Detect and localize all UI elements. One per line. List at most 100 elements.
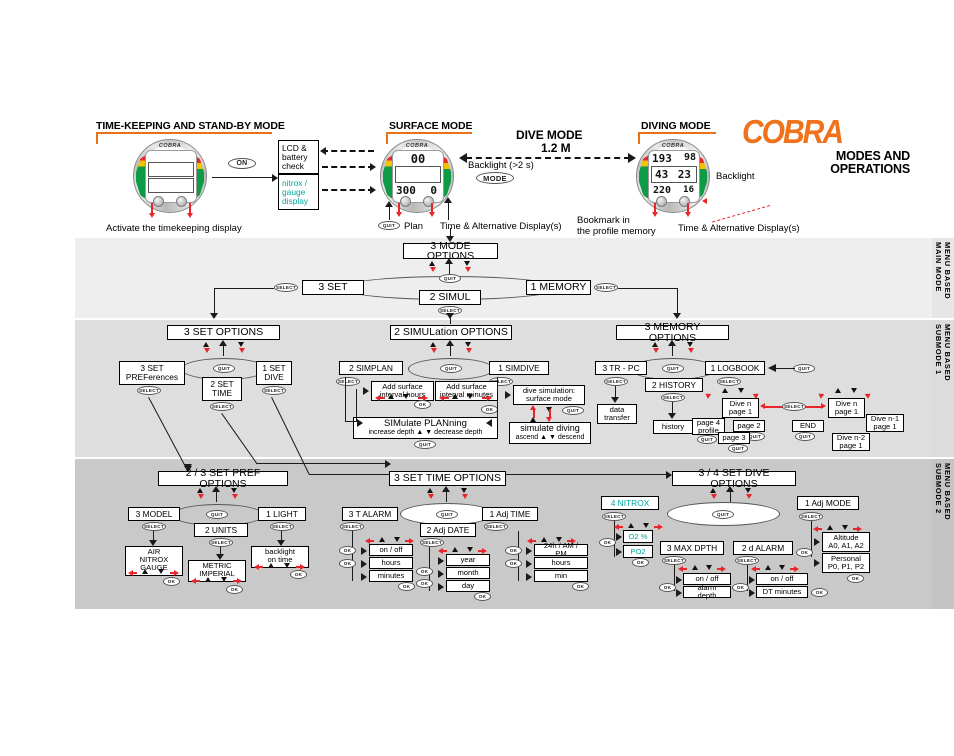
arrow-alarm-minutes: [361, 573, 367, 581]
select-set-dive[interactable]: SELECT: [262, 386, 286, 395]
select-t-alarm[interactable]: SELECT: [340, 522, 364, 531]
quit-time-options[interactable]: QUIT: [436, 510, 458, 519]
tri-nitrox-up: [628, 523, 634, 528]
arrow-dive-mode-left: [459, 153, 467, 163]
select-adj-mode[interactable]: SELECT: [799, 512, 823, 521]
line-model-left: [132, 572, 137, 574]
ok-dalarm-2[interactable]: OK: [811, 588, 828, 597]
quit-page4[interactable]: QUIT: [697, 435, 717, 444]
time-options-box: 3 SET TIME OPTIONS: [389, 471, 506, 486]
arrow-alarm-depth: [676, 589, 682, 597]
band-label-sub1-text: MENU BASED SUBMODE 1: [934, 324, 952, 382]
tri-diveB-up: [835, 388, 841, 393]
quit-end[interactable]: QUIT: [795, 432, 815, 441]
dive-sim-surface-box: dive simulation: surface mode: [513, 385, 585, 405]
select-dive-page[interactable]: SELECT: [782, 402, 806, 411]
watch-button-left[interactable]: [153, 196, 164, 207]
ok-time-2[interactable]: OK: [505, 559, 522, 568]
o2-box: O2 %: [623, 530, 653, 543]
mode-button[interactable]: MODE: [476, 172, 514, 184]
watch-button-left-2[interactable]: [400, 196, 411, 207]
band-label-sub1: MENU BASED SUBMODE 1: [932, 320, 954, 457]
arrow-red-set-right: [239, 348, 245, 353]
select-d-alarm[interactable]: SELECT: [735, 556, 759, 565]
watch-button-left-3[interactable]: [656, 196, 667, 207]
ok-dalarm-1[interactable]: OK: [732, 583, 749, 592]
band-label-main-text: MENU BASED MAIN MODE: [934, 242, 952, 300]
select-light[interactable]: SELECT: [270, 522, 294, 531]
ok-time-3[interactable]: OK: [572, 582, 589, 591]
on-button[interactable]: ON: [228, 158, 256, 169]
quit-sim-options[interactable]: QUIT: [440, 364, 462, 373]
ok-nitrox-2[interactable]: OK: [632, 558, 649, 567]
ok-minutes[interactable]: OK: [481, 405, 498, 414]
ok-date-3[interactable]: OK: [474, 592, 491, 601]
select-model[interactable]: SELECT: [142, 522, 166, 531]
ok-light[interactable]: OK: [290, 570, 307, 579]
watch-button-right[interactable]: [176, 196, 187, 207]
select-adj-date[interactable]: SELECT: [420, 538, 444, 547]
arrow-alarm-onoff: [361, 547, 367, 555]
plan-caption: Plan: [404, 221, 424, 232]
ok-adjmode-2[interactable]: OK: [847, 574, 864, 583]
arrow-dalarm-right: [794, 566, 799, 572]
end-box: END: [792, 420, 824, 432]
quit-logbook[interactable]: QUIT: [793, 364, 815, 373]
time-alt-caption-diving: Time & Alternative Display(s): [678, 223, 800, 234]
quit-pref-options[interactable]: QUIT: [206, 510, 228, 519]
dive-n-page1-a: Dive n page 1: [722, 398, 759, 418]
quit-page3[interactable]: QUIT: [728, 444, 748, 453]
quit-divesim[interactable]: QUIT: [562, 406, 584, 415]
select-tr-pc[interactable]: SELECT: [604, 377, 628, 386]
ok-units[interactable]: OK: [226, 585, 243, 594]
ok-maxdpth[interactable]: OK: [659, 583, 676, 592]
quit-main-mode[interactable]: QUIT: [439, 274, 461, 283]
page2-box: page 2: [733, 420, 765, 432]
select-nitrox[interactable]: SELECT: [602, 512, 626, 521]
ok-alarm-1[interactable]: OK: [339, 546, 356, 555]
select-units[interactable]: SELECT: [209, 538, 233, 547]
t-alarm-box: 3 T ALARM: [342, 507, 398, 521]
select-set-time[interactable]: SELECT: [210, 402, 234, 411]
band-label-main: MENU BASED MAIN MODE: [932, 238, 954, 318]
line-quit-logbook: [775, 368, 795, 370]
ok-model[interactable]: OK: [163, 577, 180, 586]
select-history[interactable]: SELECT: [661, 393, 685, 402]
arrow-red-mem-right: [688, 348, 694, 353]
select-simplan[interactable]: SELECT: [336, 377, 360, 386]
tri-down-mem-options: [687, 342, 693, 347]
quit-button-surface[interactable]: QUIT: [378, 221, 400, 230]
line-hours-left: [379, 397, 385, 399]
select-logbook[interactable]: SELECT: [717, 377, 741, 386]
ok-nitrox-1[interactable]: OK: [599, 538, 616, 547]
tri-min-up: [452, 394, 458, 399]
ok-time-1[interactable]: OK: [505, 546, 522, 555]
quit-simplanning[interactable]: QUIT: [414, 440, 436, 449]
quit-set-options[interactable]: QUIT: [213, 364, 235, 373]
arrow-d-onoff: [749, 576, 755, 584]
select-adj-time[interactable]: SELECT: [484, 522, 508, 531]
ok-date-2[interactable]: OK: [416, 579, 433, 588]
arrow-simul-down: [446, 313, 454, 319]
quit-mem-options[interactable]: QUIT: [662, 364, 684, 373]
arrow-time-min: [526, 573, 532, 581]
arrow-to-personal: [814, 559, 820, 567]
quit-dive-options[interactable]: QUIT: [712, 510, 734, 519]
line-talarm-left: [369, 540, 374, 542]
select-set-pref[interactable]: SELECT: [137, 386, 161, 395]
data-transfer-box: data transfer: [597, 404, 637, 424]
ok-alarm-2[interactable]: OK: [339, 559, 356, 568]
simulate-diving-sub: ascend ▲ ▼ descend: [515, 434, 585, 441]
ok-date-1[interactable]: OK: [416, 567, 433, 576]
surface-section-title: SURFACE MODE: [389, 120, 473, 132]
ok-adjmode-1[interactable]: OK: [796, 548, 813, 557]
arrow-red-time-left: [428, 494, 434, 499]
ok-hours[interactable]: OK: [414, 400, 431, 409]
select-max-dpth[interactable]: SELECT: [662, 556, 686, 565]
select-memory[interactable]: SELECT: [594, 283, 618, 292]
line-light-left: [258, 566, 263, 568]
logbook-box: 1 LOGBOOK: [705, 361, 765, 375]
ok-alarm-3[interactable]: OK: [398, 582, 415, 591]
select-set[interactable]: SELECT: [274, 283, 298, 292]
dash-lcd-in: [322, 150, 374, 152]
